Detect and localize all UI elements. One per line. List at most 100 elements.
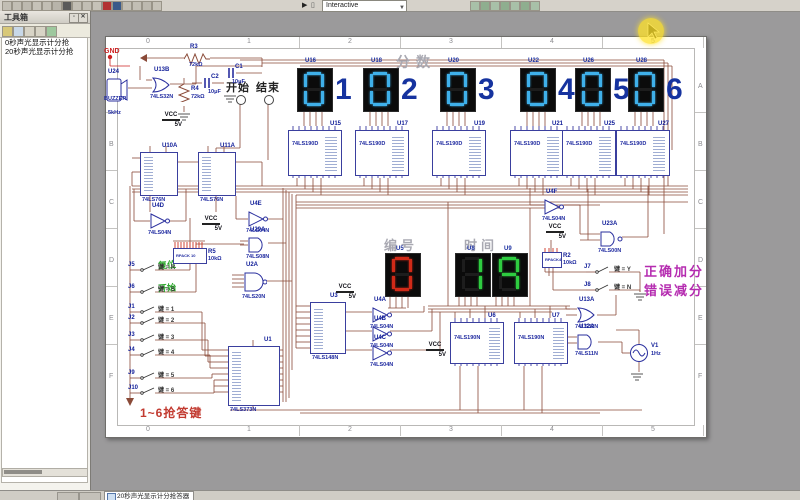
component-ref-U21: U21 bbox=[552, 121, 563, 127]
close-icon[interactable]: ✕ bbox=[78, 13, 88, 23]
ruler-col-bottom-2: 2 bbox=[348, 426, 352, 433]
toolbox-titlebar: 工具箱 ▫ ✕ bbox=[0, 11, 90, 24]
component-R5[interactable]: RPACK 10 bbox=[173, 248, 207, 264]
chevron-down-icon: ▼ bbox=[399, 3, 405, 13]
component-ref-U4F: U4F bbox=[546, 189, 557, 195]
component-ref-U7: U7 bbox=[552, 313, 560, 319]
component-U11A[interactable] bbox=[198, 152, 236, 196]
component-U24[interactable] bbox=[106, 78, 128, 107]
component-R2[interactable]: RPACK4 bbox=[542, 252, 562, 268]
score-display-U28[interactable] bbox=[628, 68, 664, 112]
component-part-R5: 10kΩ bbox=[208, 256, 222, 262]
key-ref-J1: J1 bbox=[128, 304, 135, 310]
component-U6[interactable]: 74LS190N bbox=[450, 322, 504, 364]
component-ref-U29A: U29A bbox=[250, 227, 265, 233]
end-connector[interactable] bbox=[264, 95, 274, 105]
ruler-row-right-F: F bbox=[698, 373, 702, 380]
pause-icon[interactable]: ▯ bbox=[311, 1, 315, 9]
toolbar-right-icon-7[interactable] bbox=[530, 1, 540, 11]
toolbar-right-icon-2[interactable] bbox=[480, 1, 490, 11]
component-U15[interactable]: 74LS190D bbox=[288, 130, 342, 176]
toolbar-right-icon-4[interactable] bbox=[500, 1, 510, 11]
component-ref-U13A: U13A bbox=[579, 297, 594, 303]
toolbar-right-icon-1[interactable] bbox=[470, 1, 480, 11]
score-display-U26[interactable] bbox=[575, 68, 611, 112]
toolbar-icon-3[interactable] bbox=[22, 1, 32, 11]
component-U3[interactable] bbox=[310, 302, 346, 354]
time-display-U8[interactable] bbox=[455, 253, 491, 297]
score-display-U16[interactable] bbox=[297, 68, 333, 112]
toolbox-hscrollbar[interactable] bbox=[2, 468, 88, 477]
component-ref-U25: U25 bbox=[604, 121, 615, 127]
toolbox-item-2[interactable]: 20秒声光显示计分抢 bbox=[2, 47, 87, 56]
number-display-U5[interactable] bbox=[385, 253, 421, 297]
toolbox-tool-icon-5[interactable] bbox=[46, 26, 57, 37]
component-R4[interactable] bbox=[178, 84, 190, 107]
score-display-U20[interactable] bbox=[440, 68, 476, 112]
component-part-U12A: 74LS11N bbox=[575, 351, 598, 357]
component-U25[interactable]: 74LS190D bbox=[562, 130, 616, 176]
component-U21[interactable]: 74LS190D bbox=[510, 130, 564, 176]
bottom-tab-strip: 20秒声光显示计分抢答器 bbox=[0, 490, 800, 500]
panel-tab-1[interactable] bbox=[57, 492, 79, 500]
component-ref-U24: U24 bbox=[108, 69, 119, 75]
toolbar-icon-7[interactable] bbox=[62, 1, 72, 11]
time-display-U9[interactable] bbox=[492, 253, 528, 297]
interactive-mode-select[interactable]: Interactive ▼ bbox=[322, 0, 407, 12]
toolbar-icon-12[interactable] bbox=[112, 1, 122, 11]
component-V1[interactable] bbox=[630, 344, 648, 367]
play-icon[interactable]: ▶ bbox=[302, 1, 307, 9]
toolbox-tool-icon-3[interactable] bbox=[24, 26, 35, 37]
component-U7[interactable]: 74LS190N bbox=[514, 322, 568, 364]
toolbar-icon-2[interactable] bbox=[12, 1, 22, 11]
ruler-col-top-0: 0 bbox=[146, 38, 150, 45]
toolbox-tool-icon-2[interactable] bbox=[13, 26, 24, 37]
document-tab[interactable]: 20秒声光显示计分抢答器 bbox=[104, 491, 194, 500]
toolbar-icon-5[interactable] bbox=[42, 1, 52, 11]
ruler-col-bottom-1: 1 bbox=[247, 426, 251, 433]
component-ref-U12A: U12A bbox=[579, 324, 594, 330]
component-ref-U4A: U4A bbox=[374, 297, 386, 303]
component-U1[interactable] bbox=[228, 346, 280, 406]
toolbar-icon-10[interactable] bbox=[92, 1, 102, 11]
display-ref-U26: U26 bbox=[583, 58, 594, 64]
toolbar-icon-4[interactable] bbox=[32, 1, 42, 11]
toolbar-right-icon-5[interactable] bbox=[510, 1, 520, 11]
display-ref-U18: U18 bbox=[371, 58, 382, 64]
component-ref-R5: R5 bbox=[208, 249, 216, 255]
toolbar-icon-14[interactable] bbox=[132, 1, 142, 11]
ruler-row-left-B: B bbox=[109, 141, 114, 148]
panel-tab-2[interactable] bbox=[79, 492, 101, 500]
toolbar-right-icon-6[interactable] bbox=[520, 1, 530, 11]
toolbox-tool-icon-4[interactable] bbox=[35, 26, 46, 37]
toolbar-icon-1[interactable] bbox=[2, 1, 12, 11]
score-display-U22[interactable] bbox=[520, 68, 556, 112]
key-label-J3: 键 = 3 bbox=[158, 332, 174, 341]
toolbox-hscrollbar-thumb[interactable] bbox=[4, 470, 42, 474]
toolbar-icon-15[interactable] bbox=[142, 1, 152, 11]
key-ref-J4: J4 bbox=[128, 347, 135, 353]
toolbar-icon-8[interactable] bbox=[72, 1, 82, 11]
main-toolbar: ▶ ▯ Interactive ▼ bbox=[0, 0, 800, 12]
component-part-U17: 74LS190D bbox=[359, 141, 385, 147]
toolbar-icon-16[interactable] bbox=[152, 1, 162, 11]
score-display-U18[interactable] bbox=[363, 68, 399, 112]
player-number-2: 2 bbox=[401, 75, 418, 105]
component-part-U4F: 74LS04N bbox=[542, 216, 565, 222]
component-U27[interactable]: 74LS190D bbox=[616, 130, 670, 176]
toolbox-tool-icon-1[interactable] bbox=[2, 26, 13, 37]
toolbar-icon-13[interactable] bbox=[122, 1, 132, 11]
toolbar-icon-11[interactable] bbox=[102, 1, 112, 11]
component-U10A[interactable] bbox=[140, 152, 178, 196]
toolbar-right-icon-3[interactable] bbox=[490, 1, 500, 11]
component-U19[interactable]: 74LS190D bbox=[432, 130, 486, 176]
ruler-row-right-B: B bbox=[698, 141, 703, 148]
toolbox-item-1[interactable]: 0秒声光显示计分抢 bbox=[2, 38, 87, 47]
toolbar-icon-6[interactable] bbox=[52, 1, 62, 11]
vcc-symbol-5: VCC5V bbox=[544, 224, 566, 240]
start-connector[interactable] bbox=[236, 95, 246, 105]
component-U17[interactable]: 74LS190D bbox=[355, 130, 409, 176]
toolbar-icon-9[interactable] bbox=[82, 1, 92, 11]
component-extra-U24: 5kHz bbox=[108, 110, 121, 116]
toolbox-title: 工具箱 bbox=[4, 13, 28, 22]
